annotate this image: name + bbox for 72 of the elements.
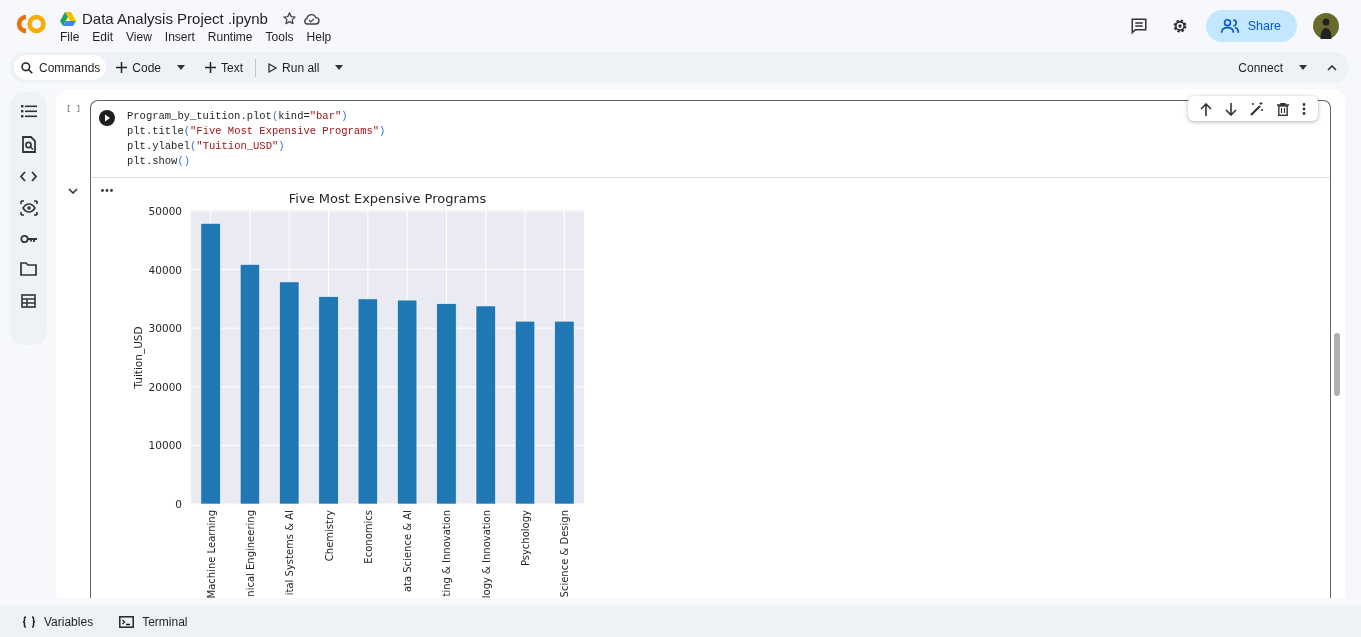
scrollbar-thumb[interactable] (1334, 333, 1340, 396)
magic-pencil-icon[interactable] (1250, 102, 1264, 116)
eye-icon[interactable] (19, 200, 38, 216)
execution-count: [ ] (66, 103, 81, 112)
x-tick-label: Chemistry (323, 510, 335, 562)
comment-icon[interactable] (1129, 17, 1148, 35)
play-icon (268, 62, 278, 73)
menu-item[interactable]: File (60, 30, 80, 44)
code-line: plt.show() (127, 154, 192, 169)
x-tick-label: Economics (362, 510, 374, 564)
variables-button[interactable]: Variables (16, 613, 100, 630)
menu-item[interactable]: Help (306, 30, 332, 44)
menu-item[interactable]: Runtime (207, 30, 253, 44)
terminal-icon (119, 615, 135, 628)
plus-icon (205, 62, 217, 73)
menu-item[interactable]: View (126, 30, 152, 44)
menu-item[interactable]: Edit (92, 30, 114, 44)
caret-icon[interactable] (177, 65, 186, 70)
x-tick-label: Machine Learning (205, 510, 217, 598)
menu-item[interactable]: Insert (164, 30, 195, 44)
share-button[interactable]: Share (1205, 10, 1297, 42)
menu-item[interactable]: Tools (265, 30, 294, 44)
x-tick-label: ital Systems & AI (284, 510, 296, 596)
y-axis-label: Tuition_USD (132, 326, 144, 389)
y-tick-label: 20000 (148, 380, 182, 393)
star-icon[interactable] (281, 11, 297, 26)
x-tick-label: logy & Innovation (480, 510, 492, 598)
people-icon (1219, 18, 1240, 34)
terminal-button[interactable]: Terminal (113, 613, 194, 630)
x-tick-label: Psychology (520, 510, 532, 567)
x-tick-label: ting & Innovation (441, 510, 453, 597)
x-tick-label: ata Science & AI (402, 510, 414, 593)
output-menu-icon[interactable] (101, 189, 113, 192)
colab-logo[interactable] (14, 13, 48, 35)
key-icon[interactable] (19, 234, 38, 244)
y-tick-label: 40000 (148, 263, 182, 276)
y-tick-label: 0 (175, 498, 182, 510)
x-tick-label: nical Engineering (244, 510, 256, 597)
search-icon[interactable] (21, 136, 36, 153)
cloud-icon[interactable] (302, 11, 320, 26)
delete-icon[interactable] (1277, 102, 1289, 116)
run-all-button[interactable]: Run all (262, 60, 326, 75)
chevron-up-icon[interactable] (1327, 64, 1337, 71)
arrow-down-icon[interactable] (1225, 102, 1237, 116)
add-text-button[interactable]: Text (199, 60, 250, 75)
search-icon (20, 60, 34, 75)
avatar[interactable] (1313, 13, 1339, 39)
arrow-up-icon[interactable] (1200, 102, 1212, 116)
code-line: plt.title("Five Most Expensive Programs") (127, 124, 386, 139)
y-tick-label: 50000 (148, 205, 182, 217)
chevron-icon[interactable] (68, 188, 78, 194)
folder-icon[interactable] (20, 262, 37, 276)
code-line: Program_by_tuition.plot(kind="bar") (127, 109, 349, 124)
caret-icon[interactable] (1299, 65, 1307, 70)
drive-icon (60, 11, 76, 26)
notebook-title[interactable]: Data Analysis Project .ipynb (82, 10, 268, 27)
braces-icon (22, 615, 36, 628)
table-icon[interactable] (21, 294, 36, 308)
code-line: plt.ylabel("Tuition_USD") (127, 139, 286, 154)
connect-button[interactable]: Connect (1232, 60, 1289, 75)
list-icon[interactable] (20, 104, 37, 118)
plus-icon (116, 62, 128, 73)
add-code-button[interactable]: Code (110, 60, 168, 75)
code-icon[interactable] (20, 171, 37, 182)
y-tick-label: 10000 (148, 439, 182, 452)
y-tick-label: 30000 (148, 322, 182, 335)
run-cell-button[interactable] (99, 110, 115, 126)
caret-icon[interactable] (335, 65, 344, 70)
chart-title: Five Most Expensive Programs (288, 191, 487, 206)
x-tick-label: Science & Design (559, 510, 571, 598)
commands-button[interactable]: Commands (14, 55, 107, 80)
more-icon[interactable] (1302, 103, 1306, 115)
